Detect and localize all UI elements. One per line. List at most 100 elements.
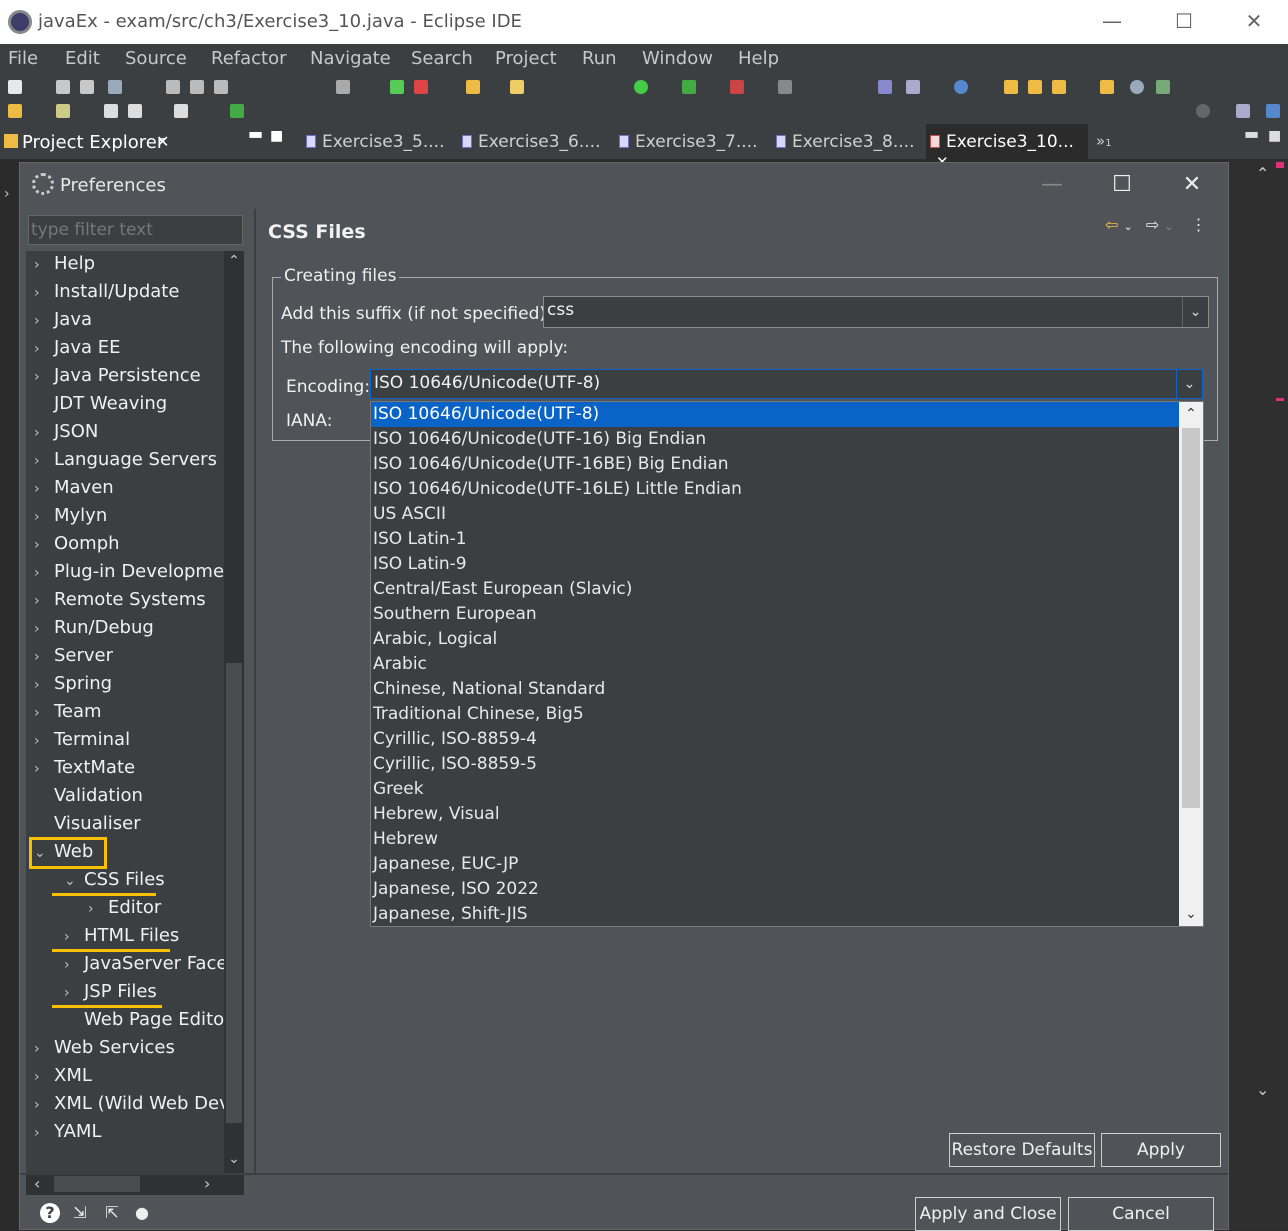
menu-source[interactable]: Source (125, 48, 187, 69)
encoding-option[interactable]: ISO 10646/Unicode(UTF-16BE) Big Endian (371, 452, 1179, 477)
maximize-editor-icon[interactable]: ■ (1268, 128, 1281, 144)
tree-item[interactable]: › JavaServer Faces (64, 953, 237, 981)
tab-exercise3-8[interactable]: Exercise3_8.... (770, 124, 920, 160)
run-icon[interactable] (634, 80, 648, 94)
tree-item[interactable]: › Maven (34, 477, 114, 505)
chevron-right-icon[interactable]: › (34, 285, 54, 301)
encoding-option[interactable]: Arabic, Logical (371, 627, 1179, 652)
chevron-right-icon[interactable]: › (64, 985, 84, 1001)
chevron-up-icon[interactable]: ⌃ (1256, 164, 1269, 183)
scroll-down-icon[interactable]: ⌄ (1179, 902, 1203, 926)
tab-exercise3-6[interactable]: Exercise3_6.... (456, 124, 606, 160)
chevron-down-icon[interactable]: ⌄ (1176, 370, 1202, 398)
tree-item[interactable]: › Install/Update (34, 281, 179, 309)
filter-input[interactable]: type filter text (28, 215, 243, 245)
console-icon[interactable] (108, 80, 122, 94)
menu-run[interactable]: Run (582, 48, 617, 69)
tree-item[interactable]: › Mylyn (34, 505, 107, 533)
forward-icon[interactable] (174, 104, 188, 118)
tree-item[interactable]: › Editor (88, 897, 161, 925)
scroll-up-icon[interactable]: ⌃ (1179, 402, 1203, 426)
chevron-right-icon[interactable]: › (34, 1069, 54, 1085)
dialog-close-button[interactable]: ✕ (1170, 169, 1214, 201)
resume-icon[interactable] (166, 80, 180, 94)
terminate-icon[interactable] (214, 80, 228, 94)
chevron-right-icon[interactable]: › (34, 621, 54, 637)
menu-file[interactable]: File (8, 48, 38, 69)
apply-and-close-button[interactable]: Apply and Close (915, 1197, 1061, 1231)
tree-item[interactable]: › Language Servers (34, 449, 217, 477)
annotation-icon[interactable] (8, 104, 22, 118)
perspective-icon[interactable] (1236, 104, 1250, 118)
encoding-option[interactable]: Traditional Chinese, Big5 (371, 702, 1179, 727)
encoding-option[interactable]: ISO Latin-1 (371, 527, 1179, 552)
tree-scrollbar[interactable]: ⌃ ⌄ (224, 251, 244, 1173)
tree-item[interactable]: › Web Services (34, 1037, 175, 1065)
tree-item[interactable]: › TextMate (34, 757, 135, 785)
menu-search[interactable]: Search (411, 48, 473, 69)
encoding-option[interactable]: Southern European (371, 602, 1179, 627)
back-icon[interactable] (128, 104, 142, 118)
new-server-icon[interactable] (878, 80, 892, 94)
tree-item[interactable]: › Oomph (34, 533, 120, 561)
scroll-up-icon[interactable]: ⌃ (224, 253, 244, 273)
menu-edit[interactable]: Edit (65, 48, 100, 69)
maximize-button[interactable]: ☐ (1164, 6, 1204, 36)
open-type-icon[interactable] (510, 80, 524, 94)
forward-arrow-icon[interactable]: ⇨ (1146, 215, 1159, 234)
chevron-right-icon[interactable]: › (34, 481, 54, 497)
chevron-right-icon[interactable]: › (34, 705, 54, 721)
tree-item[interactable]: › Help (34, 253, 95, 281)
cancel-button[interactable]: Cancel (1068, 1197, 1214, 1231)
minimize-editor-icon[interactable]: ▬ (1244, 124, 1259, 143)
menu-help[interactable]: Help (738, 48, 779, 69)
tree-item[interactable]: › Plug-in Developmer (34, 561, 231, 589)
dialog-minimize-button[interactable]: — (1030, 169, 1074, 201)
menu-navigate[interactable]: Navigate (310, 48, 391, 69)
scroll-thumb[interactable] (54, 1176, 140, 1192)
chevron-right-icon[interactable]: › (34, 1125, 54, 1141)
chevron-down-icon[interactable]: ⌄ (1182, 297, 1208, 327)
new-package-icon[interactable] (906, 80, 920, 94)
restore-defaults-button[interactable]: Restore Defaults (949, 1133, 1095, 1167)
wand-icon[interactable] (466, 80, 480, 94)
chevron-right-icon[interactable]: › (34, 453, 54, 469)
step-icon[interactable] (336, 80, 350, 94)
external-tools-icon[interactable] (730, 80, 744, 94)
dialog-maximize-button[interactable]: ☐ (1100, 169, 1144, 201)
encoding-option[interactable]: ISO 10646/Unicode(UTF-8) (371, 402, 1179, 427)
save-icon[interactable] (56, 80, 70, 94)
new-icon[interactable] (8, 80, 22, 94)
scroll-thumb[interactable] (1182, 428, 1200, 808)
suffix-combo[interactable]: css ⌄ (543, 296, 1209, 328)
chevron-right-icon[interactable]: › (34, 1097, 54, 1113)
encoding-dropdown-list[interactable]: Japanese, Shift-JIS Japanese, ISO 2022 Jap… (370, 401, 1204, 927)
tree-item[interactable]: › Terminal (34, 729, 130, 757)
apply-button[interactable]: Apply (1101, 1133, 1221, 1167)
chevron-right-icon[interactable]: › (88, 901, 108, 917)
suspend-icon[interactable] (190, 80, 204, 94)
chevron-right-icon[interactable]: › (34, 537, 54, 553)
tree-item[interactable]: › Java Persistence (34, 365, 201, 393)
coverage-icon[interactable] (682, 80, 696, 94)
forward-menu-icon[interactable]: ⌄ (1164, 220, 1173, 233)
debug-server-icon[interactable] (414, 80, 428, 94)
menu-refactor[interactable]: Refactor (211, 48, 287, 69)
chevron-right-icon[interactable]: › (34, 341, 54, 357)
folder-icon[interactable] (1100, 80, 1114, 94)
minimize-view-icon[interactable]: ▬ (248, 124, 263, 143)
record-icon[interactable]: ● (132, 1203, 152, 1223)
chevron-right-icon[interactable]: › (34, 733, 54, 749)
close-icon[interactable]: ✕ (156, 132, 169, 151)
chevron-right-icon[interactable]: › (64, 957, 84, 973)
server-start-icon[interactable] (390, 80, 404, 94)
open-folder-icon[interactable] (1004, 80, 1018, 94)
close-button[interactable]: ✕ (1234, 6, 1274, 36)
minimize-button[interactable]: — (1092, 6, 1132, 36)
tab-exercise3-10[interactable]: Exercise3_10... ✕ (926, 124, 1088, 171)
chevron-right-icon[interactable]: › (34, 565, 54, 581)
encoding-option[interactable]: Hebrew (371, 827, 1179, 852)
chevron-right-icon[interactable]: › (34, 425, 54, 441)
tree-item[interactable]: › Java EE (34, 337, 121, 365)
menu-window[interactable]: Window (642, 48, 713, 69)
